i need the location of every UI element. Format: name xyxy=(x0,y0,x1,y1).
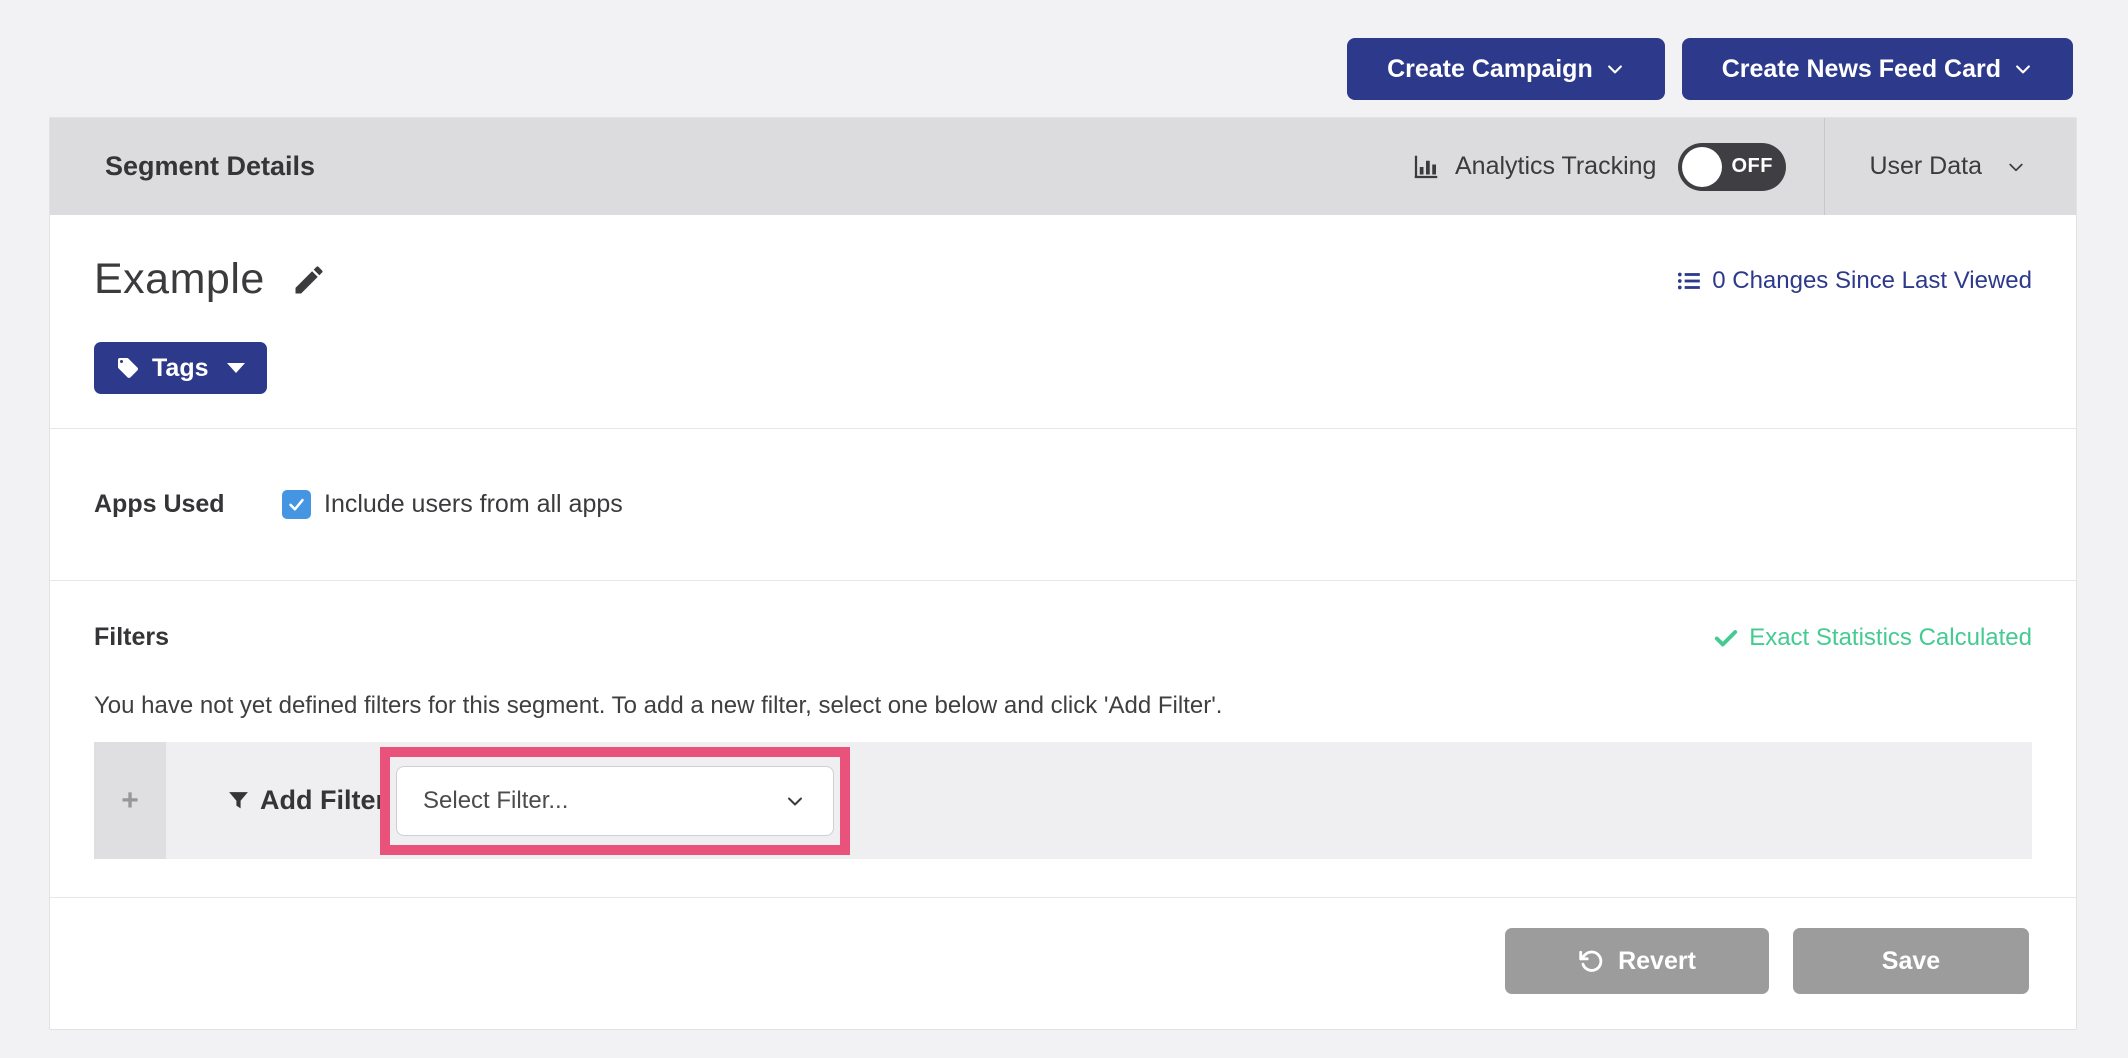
revert-button[interactable]: Revert xyxy=(1505,928,1769,994)
save-button-label: Save xyxy=(1882,947,1940,976)
exact-statistics-label: Exact Statistics Calculated xyxy=(1749,624,2032,652)
exact-statistics-badge: Exact Statistics Calculated xyxy=(1713,624,2032,652)
tag-icon xyxy=(116,356,140,380)
chevron-down-icon xyxy=(2013,59,2033,79)
plus-icon: + xyxy=(121,784,139,818)
pencil-icon xyxy=(291,262,327,298)
add-filter-label-group: Add Filter xyxy=(226,742,386,859)
funnel-icon xyxy=(226,788,251,813)
tags-button-label: Tags xyxy=(152,354,209,383)
analytics-tracking-group: Analytics Tracking OFF xyxy=(1401,118,1824,215)
revert-button-label: Revert xyxy=(1618,947,1696,976)
chevron-down-icon xyxy=(1605,59,1625,79)
toggle-state-label: OFF xyxy=(1731,155,1773,178)
segment-title-section: Example 0 Changes Since Last Viewed xyxy=(50,215,2076,429)
tags-button[interactable]: Tags xyxy=(94,342,267,394)
select-filter-dropdown[interactable]: Select Filter... xyxy=(396,766,834,836)
chevron-down-icon xyxy=(783,789,807,813)
analytics-tracking-toggle[interactable]: OFF xyxy=(1678,143,1786,191)
create-campaign-button[interactable]: Create Campaign xyxy=(1347,38,1665,100)
checkbox-checked-icon[interactable] xyxy=(282,490,311,519)
filters-instruction-text: You have not yet defined filters for thi… xyxy=(94,692,2032,720)
create-campaign-label: Create Campaign xyxy=(1387,55,1593,84)
user-data-dropdown[interactable]: User Data xyxy=(1825,118,2076,215)
save-button[interactable]: Save xyxy=(1793,928,2029,994)
header-controls: Analytics Tracking OFF User Data xyxy=(1401,118,2076,215)
add-filter-plus-button[interactable]: + xyxy=(94,742,166,859)
filters-heading: Filters xyxy=(94,623,169,652)
select-filter-value: Select Filter... xyxy=(423,787,568,815)
changes-since-last-viewed-link[interactable]: 0 Changes Since Last Viewed xyxy=(1676,267,2032,295)
list-icon xyxy=(1676,268,1702,294)
add-filter-row: + Add Filter Select Filter... xyxy=(94,742,2032,859)
toggle-knob xyxy=(1682,147,1722,187)
include-all-apps-label: Include users from all apps xyxy=(324,490,623,519)
card-header-bar: Segment Details Analytics Tracking OFF xyxy=(50,118,2076,215)
include-all-apps-option[interactable]: Include users from all apps xyxy=(282,490,623,519)
edit-name-button[interactable] xyxy=(291,262,327,298)
create-news-feed-card-label: Create News Feed Card xyxy=(1722,55,2001,84)
check-icon xyxy=(1713,625,1739,651)
changes-link-label: 0 Changes Since Last Viewed xyxy=(1712,267,2032,295)
user-data-label: User Data xyxy=(1869,152,1982,181)
chevron-down-icon xyxy=(2006,157,2026,177)
filters-section: Filters Exact Statistics Calculated You … xyxy=(50,581,2076,898)
footer-actions: Revert Save xyxy=(50,898,2076,994)
segment-name: Example xyxy=(94,255,265,304)
bar-chart-icon xyxy=(1411,152,1441,182)
page-title: Segment Details xyxy=(50,151,315,182)
segment-details-card: Segment Details Analytics Tracking OFF xyxy=(49,117,2077,1030)
create-news-feed-card-button[interactable]: Create News Feed Card xyxy=(1682,38,2073,100)
apps-used-section: Apps Used Include users from all apps xyxy=(50,429,2076,581)
caret-down-icon xyxy=(227,363,245,373)
annotation-highlight: Select Filter... xyxy=(380,747,850,855)
analytics-tracking-label: Analytics Tracking xyxy=(1455,152,1656,181)
add-filter-label: Add Filter xyxy=(260,785,386,816)
top-action-bar: Create Campaign Create News Feed Card xyxy=(1347,38,2073,100)
segment-details-page: Create Campaign Create News Feed Card Se… xyxy=(0,0,2128,1058)
revert-icon xyxy=(1578,948,1604,974)
apps-used-label: Apps Used xyxy=(94,490,282,519)
